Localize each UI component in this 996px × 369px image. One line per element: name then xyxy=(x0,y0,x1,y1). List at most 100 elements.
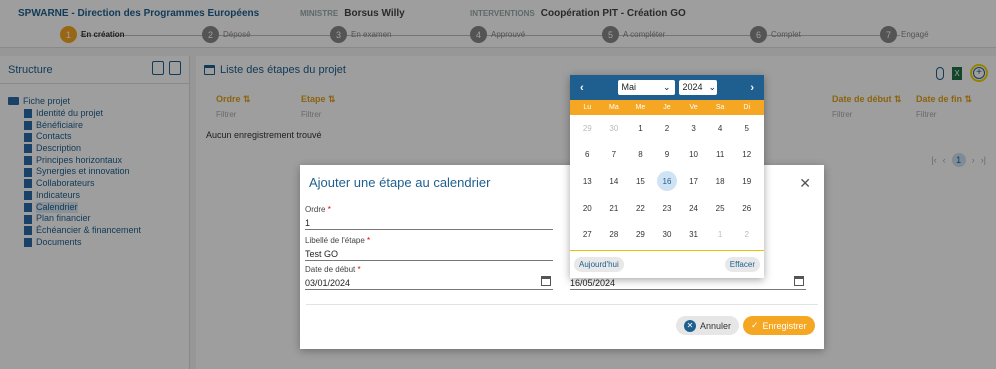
check-icon: ✓ xyxy=(751,320,759,330)
day-number: 28 xyxy=(609,230,619,240)
ordre-input[interactable]: 1 xyxy=(305,216,553,230)
day-number: 2 xyxy=(664,123,670,133)
day-cell[interactable]: 4 xyxy=(707,115,734,142)
libelle-input[interactable]: Test GO xyxy=(305,247,553,261)
libelle-label-text: Libellé de l'étape xyxy=(305,236,365,245)
day-number: 7 xyxy=(611,150,617,160)
chevron-down-icon: ⌄ xyxy=(662,82,671,92)
day-number: 24 xyxy=(689,203,699,213)
day-cell[interactable]: 9 xyxy=(654,142,681,169)
day-cell[interactable]: 10 xyxy=(680,142,707,169)
day-number: 5 xyxy=(744,123,749,133)
weekday-label: Ma xyxy=(608,104,619,111)
day-cell[interactable]: 17 xyxy=(680,168,707,195)
weekday-label: Sa xyxy=(715,104,725,111)
libelle-label: Libellé de l'étape * xyxy=(305,236,553,245)
day-cell[interactable]: 18 xyxy=(707,168,734,195)
calendar-icon[interactable] xyxy=(541,276,551,286)
year-select[interactable]: 2024 ⌄ xyxy=(678,80,717,95)
day-number: 4 xyxy=(717,123,723,133)
day-cell[interactable]: 7 xyxy=(601,142,628,169)
day-cell[interactable]: 21 xyxy=(601,195,628,222)
day-number: 21 xyxy=(609,203,619,213)
day-cell[interactable]: 31 xyxy=(680,221,707,248)
calendar-icon[interactable] xyxy=(794,276,804,286)
required-marker: * xyxy=(367,236,371,245)
day-number: 1 xyxy=(638,123,643,133)
day-cell[interactable]: 30 xyxy=(654,221,681,248)
day-number: 31 xyxy=(689,230,699,240)
day-cell[interactable]: 27 xyxy=(574,221,601,248)
day-cell[interactable]: 2 xyxy=(654,115,681,142)
day-cell[interactable]: 23 xyxy=(654,195,681,222)
next-month-icon[interactable]: › xyxy=(750,82,754,94)
weekday-label: Je xyxy=(663,104,671,111)
prev-month-icon[interactable]: ‹ xyxy=(580,82,584,94)
day-number: 1 xyxy=(717,230,723,240)
ordre-label-text: Ordre xyxy=(305,205,326,214)
cancel-button[interactable]: ✕ Annuler xyxy=(676,316,740,335)
day-cell[interactable]: 19 xyxy=(733,168,760,195)
ordre-label: Ordre * xyxy=(305,205,553,214)
save-button[interactable]: ✓ Enregistrer xyxy=(743,316,815,335)
chevron-down-icon: ⌄ xyxy=(708,82,717,92)
day-number: 12 xyxy=(742,150,752,160)
day-number: 25 xyxy=(715,203,725,213)
day-cell[interactable]: 28 xyxy=(601,221,628,248)
day-number: 6 xyxy=(585,150,590,160)
day-cell[interactable]: 26 xyxy=(733,195,760,222)
day-cell[interactable]: 20 xyxy=(574,195,601,222)
day-number: 8 xyxy=(638,150,643,160)
day-cell[interactable]: 2 xyxy=(733,221,760,248)
day-cell[interactable]: 1 xyxy=(707,221,734,248)
required-marker: * xyxy=(327,205,331,214)
cancel-label: Annuler xyxy=(700,320,732,331)
day-number: 22 xyxy=(635,203,645,213)
day-number: 15 xyxy=(635,176,645,186)
day-number: 14 xyxy=(609,176,619,186)
day-cell[interactable]: 29 xyxy=(627,221,654,248)
day-cell[interactable]: 14 xyxy=(601,168,628,195)
day-number: 2 xyxy=(744,230,749,240)
day-number: 30 xyxy=(609,123,619,133)
day-cell[interactable]: 25 xyxy=(707,195,734,222)
day-number: 26 xyxy=(742,203,752,213)
day-cell[interactable]: 12 xyxy=(733,142,760,169)
day-cell[interactable]: 24 xyxy=(680,195,707,222)
month-select[interactable]: Mai ⌄ xyxy=(617,80,675,95)
day-cell[interactable]: 29 xyxy=(574,115,601,142)
today-button[interactable]: Aujourd'hui xyxy=(574,257,624,272)
day-cell[interactable]: 30 xyxy=(601,115,628,142)
year-value: 2024 xyxy=(682,82,703,92)
day-cell[interactable]: 13 xyxy=(574,168,601,195)
close-icon[interactable]: ✕ xyxy=(799,175,811,192)
day-number: 18 xyxy=(715,176,725,186)
day-number: 19 xyxy=(742,176,752,186)
day-cell[interactable]: 22 xyxy=(627,195,654,222)
date-debut-value: 03/01/2024 xyxy=(305,278,351,288)
day-number: 3 xyxy=(691,123,696,133)
day-cell[interactable]: 5 xyxy=(733,115,760,142)
month-value: Mai xyxy=(621,82,637,92)
day-cell[interactable]: 11 xyxy=(707,142,734,169)
date-debut-label-text: Date de début xyxy=(305,265,356,274)
day-number: 13 xyxy=(582,176,592,186)
day-cell[interactable]: 15 xyxy=(627,168,654,195)
weekday-label: Ve xyxy=(689,104,698,111)
date-debut-input[interactable]: 03/01/2024 xyxy=(305,276,553,290)
day-number: 30 xyxy=(662,230,672,240)
required-marker: * xyxy=(357,265,361,274)
date-fin-input[interactable]: 16/05/2024 xyxy=(570,276,806,290)
date-debut-label: Date de début * xyxy=(305,265,553,274)
datepicker-popup: ‹ Mai ⌄ 2024 ⌄ › Lu Ma Me Je Ve Sa Di 29 30 1 2 3 4 5 6… xyxy=(570,75,764,278)
day-number: 16 xyxy=(656,171,677,192)
day-cell[interactable]: 8 xyxy=(627,142,654,169)
clear-button[interactable]: Effacer xyxy=(724,257,760,272)
day-number: 17 xyxy=(689,176,699,186)
day-cell[interactable]: 3 xyxy=(680,115,707,142)
day-cell[interactable]: 1 xyxy=(627,115,654,142)
day-cell[interactable]: 6 xyxy=(574,142,601,169)
month-year-selects: Mai ⌄ 2024 ⌄ xyxy=(617,80,717,95)
day-cell-selected[interactable]: 16 xyxy=(654,168,681,195)
day-number: 23 xyxy=(662,203,672,213)
